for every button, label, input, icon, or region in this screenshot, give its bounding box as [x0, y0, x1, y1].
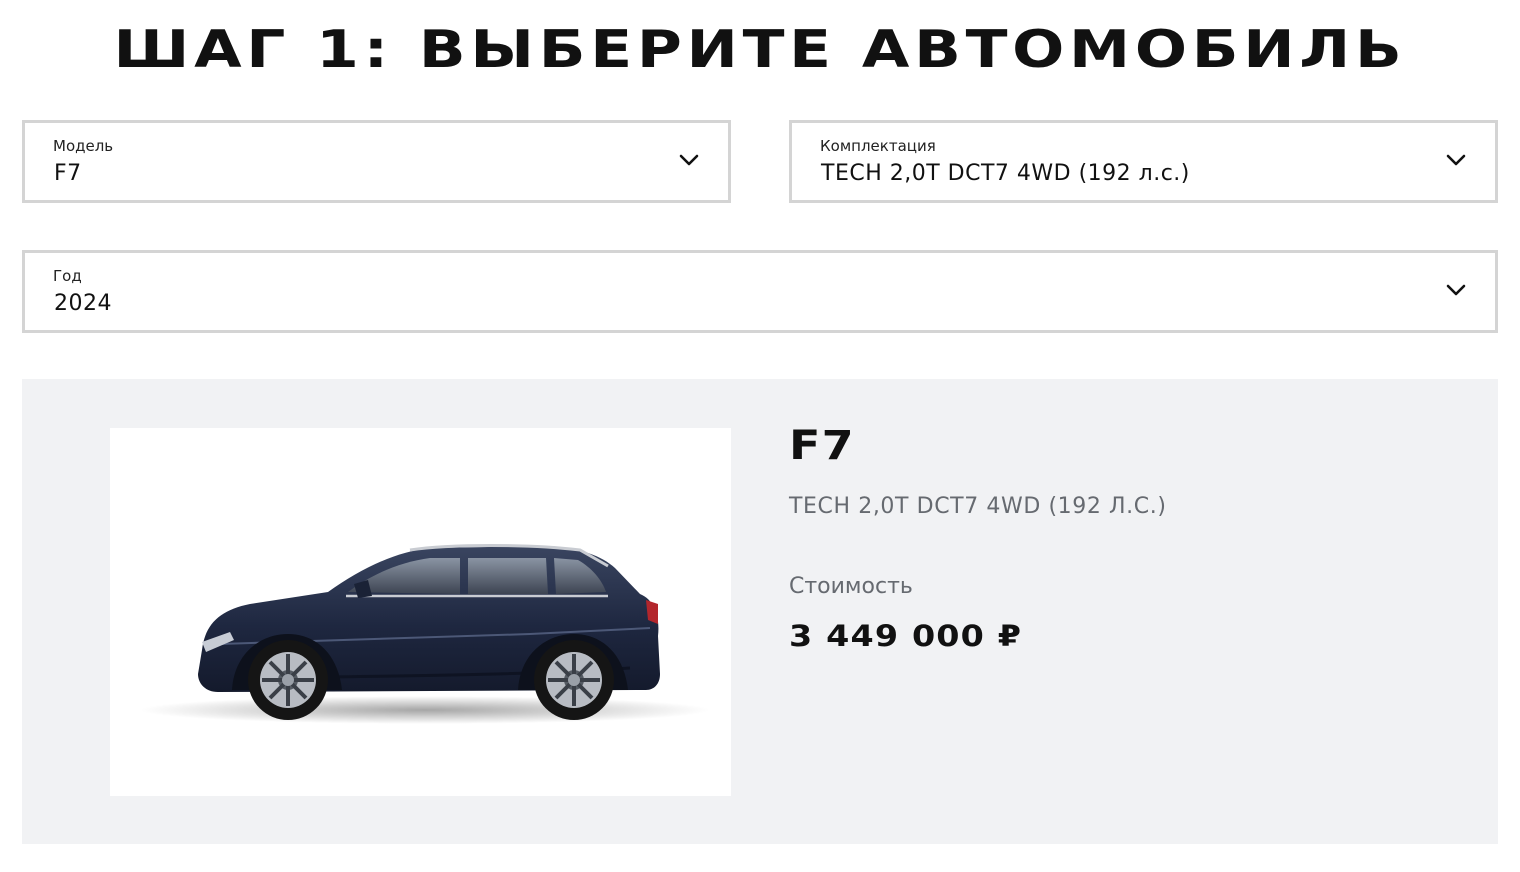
- front-wheel: [248, 640, 328, 720]
- trim-select-value: TECH 2,0T DCT7 4WD (192 л.с.): [821, 161, 1190, 186]
- selected-model-name: F7: [789, 423, 855, 469]
- model-select-value: F7: [54, 161, 82, 186]
- page-title: ШАГ 1: ВЫБЕРИТЕ АВТОМОБИЛЬ: [113, 20, 1407, 80]
- selected-trim-name: TECH 2,0T DCT7 4WD (192 Л.С.): [789, 494, 1167, 519]
- selected-car-card: F7 TECH 2,0T DCT7 4WD (192 Л.С.) Стоимос…: [22, 379, 1498, 844]
- trim-select[interactable]: Комплектация TECH 2,0T DCT7 4WD (192 л.с…: [789, 120, 1498, 203]
- year-select-label: Год: [53, 267, 82, 285]
- car-illustration: [140, 544, 710, 724]
- chevron-down-icon: [679, 154, 699, 166]
- model-select[interactable]: Модель F7: [22, 120, 731, 203]
- price-label: Стоимость: [789, 574, 913, 599]
- year-select-value: 2024: [54, 291, 112, 316]
- car-photo: [110, 428, 731, 796]
- chevron-down-icon: [1446, 284, 1466, 296]
- rear-wheel: [534, 640, 614, 720]
- model-select-label: Модель: [53, 137, 114, 155]
- price-value: 3 449 000 ₽: [789, 619, 1023, 653]
- trim-select-label: Комплектация: [820, 137, 936, 155]
- configurator-page: ШАГ 1: ВЫБЕРИТЕ АВТОМОБИЛЬ Модель F7 Ком…: [0, 0, 1520, 872]
- year-select[interactable]: Год 2024: [22, 250, 1498, 333]
- chevron-down-icon: [1446, 154, 1466, 166]
